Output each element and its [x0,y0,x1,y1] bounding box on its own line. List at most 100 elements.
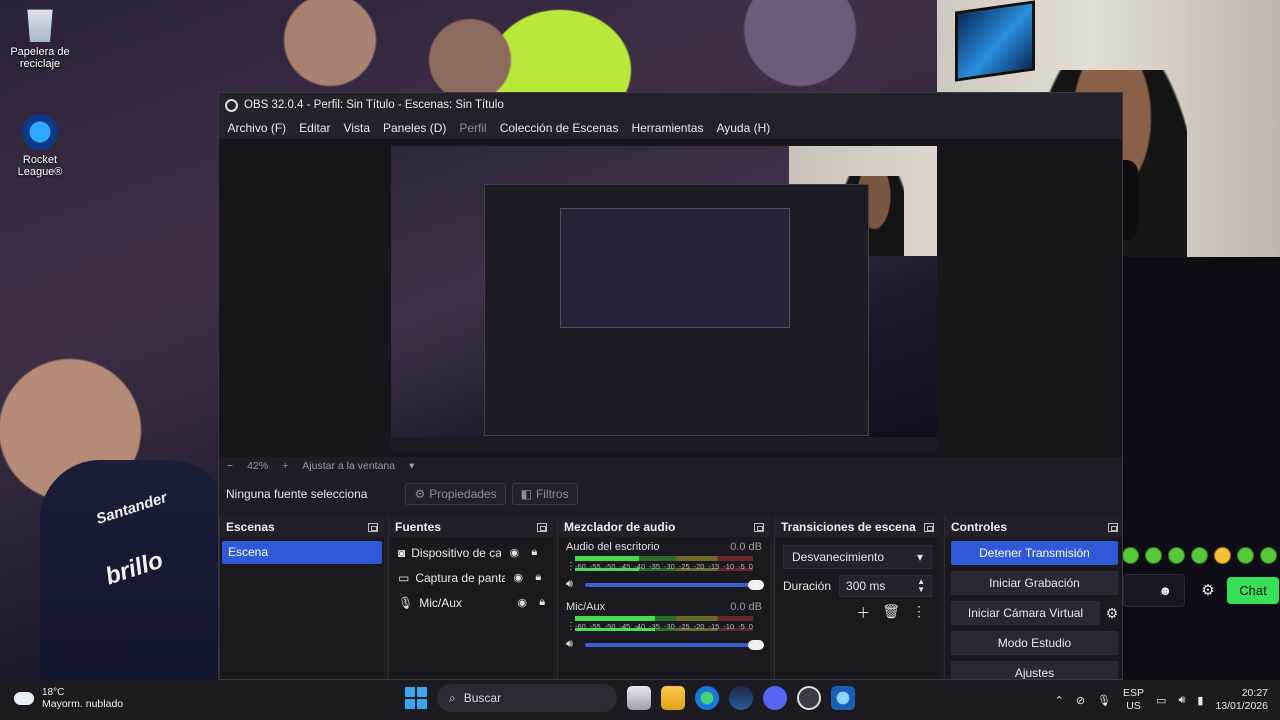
menu-paneles[interactable]: Paneles (D) [377,121,453,135]
trash-icon[interactable]: 🗑︎ [882,603,900,623]
battery-icon[interactable]: ▮ [1197,694,1203,707]
taskbar-search[interactable]: ⌕ Buscar [437,684,617,712]
source-name: Dispositivo de cap [411,545,502,560]
zoom-dropdown-icon[interactable]: ▾ [409,460,414,472]
language-indicator[interactable]: ESP US [1123,687,1144,713]
microphone-icon[interactable]: 🎙︎ [1097,694,1111,707]
chat-send-button[interactable]: Chat [1227,577,1279,604]
menu-archivo[interactable]: Archivo (F) [221,121,293,135]
lock-icon[interactable]: 🔒︎ [535,596,549,609]
menu-perfil[interactable]: Perfil [453,121,493,135]
meter-tick-label: -10 [723,622,735,631]
more-options-icon[interactable]: ⋮ [912,603,926,623]
source-list-item[interactable]: ◙ Dispositivo de cap ◉ 🔒︎ [389,540,553,565]
undock-icon[interactable] [754,522,764,532]
desktop-icon-rocket-league[interactable]: Rocket League® [0,114,80,178]
transition-select[interactable]: Desvanecimiento ▾ [783,545,932,569]
meter-tick-label: -10 [723,562,735,571]
channel-name: Mic/Aux [566,601,606,613]
obs-preview-area[interactable] [219,139,1122,457]
emote-icon[interactable] [1214,547,1231,564]
menu-herramientas[interactable]: Herramientas [625,121,710,135]
meter-tick-label: -30 [663,622,675,631]
speaker-icon[interactable]: 🔊︎ [566,638,580,651]
rocket-league-taskbar-icon[interactable] [831,686,855,710]
speaker-icon[interactable]: 🔊︎ [1178,694,1185,707]
visibility-eye-icon[interactable]: ◉ [515,596,529,609]
emoji-picker-icon[interactable]: ☻ [1158,583,1172,598]
undock-icon[interactable] [368,522,378,532]
obs-title-bar[interactable]: OBS 32.0.4 - Perfil: Sin Título - Escena… [219,93,1122,117]
emote-icon[interactable] [1145,547,1162,564]
obs-preview-canvas[interactable] [391,146,937,453]
studio-mode-button[interactable]: Modo Estudio [951,631,1118,655]
meter-tick-label: -15 [708,562,720,571]
volume-slider-knob[interactable] [748,579,764,590]
menu-vista[interactable]: Vista [337,121,376,135]
file-explorer-icon[interactable] [661,686,685,710]
steam-icon[interactable] [729,686,753,710]
display-icon[interactable]: ▭ [1156,694,1166,707]
menu-coleccion-escenas[interactable]: Colección de Escenas [493,121,625,135]
discord-icon[interactable] [763,686,787,710]
transitions-dock-title: Transiciones de escena [781,520,916,534]
language-code: ESP [1123,687,1145,699]
settings-button[interactable]: Ajustes [951,661,1118,679]
duration-input[interactable]: 300 ms ▲ ▼ [839,575,932,597]
emote-icon[interactable] [1237,547,1254,564]
chat-settings-gear-icon[interactable]: ⚙ [1196,580,1220,602]
mixer-channel-desktop: Audio del escritorio 0.0 dB ⋮ -60 -55 -50-… [558,537,770,591]
chevron-up-icon[interactable]: ⌃ [1055,694,1064,707]
emote-icon[interactable] [1168,547,1185,564]
obs-taskbar-icon[interactable] [797,686,821,710]
volume-slider-knob[interactable] [748,639,764,650]
menu-ayuda[interactable]: Ayuda (H) [710,121,777,135]
weather-widget[interactable]: 18°C Mayorm. nublado [14,686,123,710]
channel-menu-icon[interactable]: ⋮ [566,561,576,571]
windows-start-icon[interactable] [405,687,427,709]
clock[interactable]: 20:27 13/01/2026 [1215,687,1268,713]
stop-streaming-button[interactable]: Detener Transmisión [951,541,1118,565]
channel-menu-icon[interactable]: ⋮ [566,621,576,631]
lock-icon[interactable]: 🔒︎ [527,546,541,559]
source-list-item[interactable]: 🎙︎ Mic/Aux ◉ 🔒︎ [389,590,553,615]
volume-slider[interactable] [584,579,764,590]
emote-icon[interactable] [1260,547,1277,564]
filters-label: Filtros [535,487,569,501]
task-view-icon[interactable] [627,686,651,710]
emote-icon[interactable] [1122,547,1139,564]
visibility-eye-icon[interactable]: ◉ [507,546,521,559]
zoom-out-button[interactable]: − [227,460,233,472]
gear-icon: ⚙ [414,487,426,501]
undock-icon[interactable] [1108,522,1118,532]
undock-icon[interactable] [537,522,547,532]
source-list-item[interactable]: ▭ Captura de panta ◉ 🔒︎ [389,565,553,590]
add-transition-icon[interactable]: ＋ [856,603,870,623]
spinner-icon[interactable]: ▲ ▼ [917,578,925,594]
network-off-icon[interactable]: ⊘ [1076,694,1085,707]
zoom-fit-label[interactable]: Ajustar a la ventana [302,460,395,472]
emote-icon[interactable] [1191,547,1208,564]
meter-tick-label: -20 [693,562,705,571]
properties-button[interactable]: ⚙ Propiedades [405,483,506,505]
lock-icon[interactable]: 🔒︎ [531,571,545,584]
visibility-eye-icon[interactable]: ◉ [511,571,525,584]
desktop-icon-label: Papelera de reciclaje [10,46,70,70]
start-recording-button[interactable]: Iniciar Grabación [951,571,1118,595]
camera-icon: ◙ [398,545,406,560]
speaker-icon[interactable]: 🔊︎ [566,578,580,591]
filters-button[interactable]: ◧ Filtros [511,483,578,505]
menu-editar[interactable]: Editar [293,121,337,135]
zoom-in-button[interactable]: + [282,460,288,472]
virtual-camera-gear-icon[interactable]: ⚙ [1100,605,1122,622]
chat-input[interactable]: ☻ [1123,574,1185,607]
mixer-dock-header: Mezclador de audio [558,517,770,537]
scene-list-item[interactable]: Escena [222,541,382,564]
edge-browser-icon[interactable] [695,686,719,710]
volume-slider[interactable] [584,639,764,650]
undock-icon[interactable] [924,522,934,532]
taskbar-center: ⌕ Buscar [405,684,855,712]
start-virtual-camera-button[interactable]: Iniciar Cámara Virtual [951,601,1100,625]
transition-selected-value: Desvanecimiento [792,550,885,564]
desktop-icon-recycle-bin[interactable]: Papelera de reciclaje [0,6,80,70]
